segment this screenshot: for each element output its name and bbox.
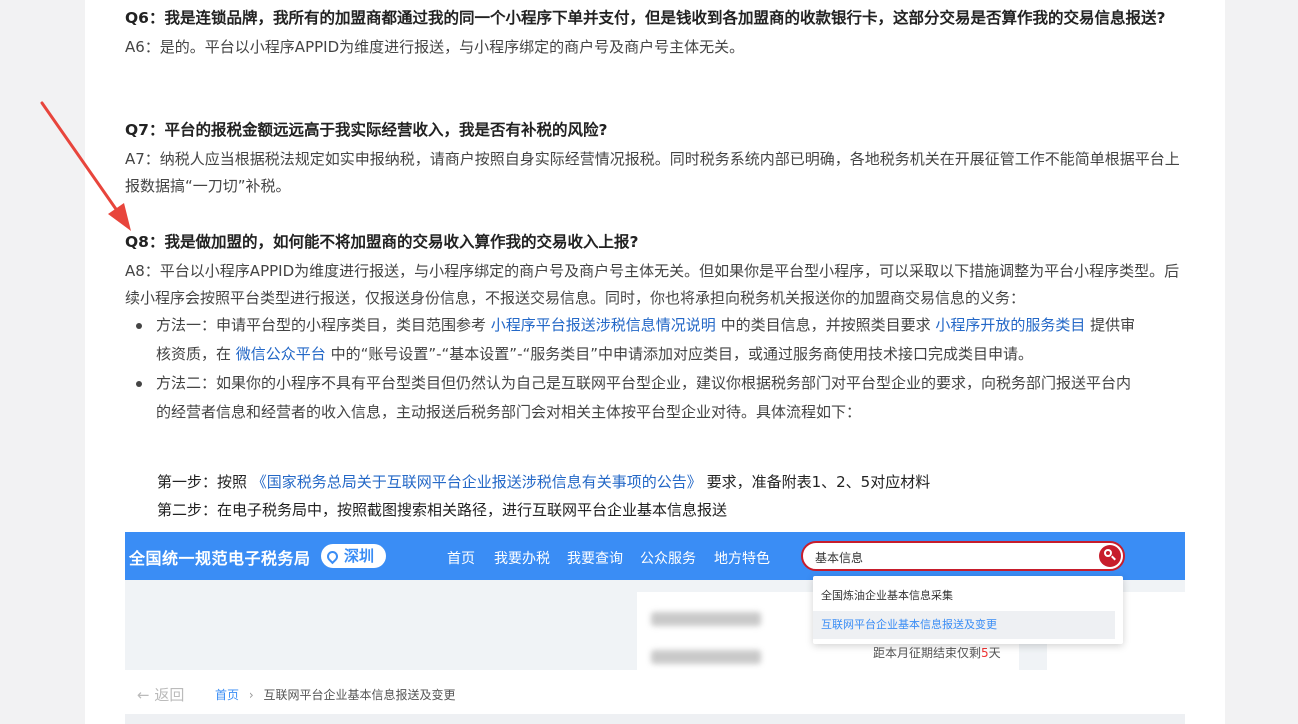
breadcrumb: 首页 › 互联网平台企业基本信息报送及变更 — [215, 686, 456, 703]
link-tax-info-explanation[interactable]: 小程序平台报送涉税信息情况说明 — [491, 316, 716, 334]
search-suggestions: 全国炼油企业基本信息采集 互联网平台企业基本信息报送及变更 — [813, 576, 1123, 644]
etax-search-input[interactable]: 基本信息 — [801, 541, 1125, 571]
breadcrumb-current: 互联网平台企业基本信息报送及变更 — [263, 688, 456, 702]
q8-answer: A8：平台以小程序APPID为维度进行报送，与小程序绑定的商户号及商户号主体无关… — [125, 262, 1180, 307]
faq-q8: Q8：我是做加盟的，如何能不将加盟商的交易收入算作我的交易收入上报? A8：平台… — [125, 229, 1187, 312]
q7-question: Q7：平台的报税金额远远高于我实际经营收入，我是否有补税的风险? — [125, 121, 608, 139]
faq-q6: Q6：我是连锁品牌，我所有的加盟商都通过我的同一个小程序下单并支付，但是钱收到各… — [125, 5, 1187, 61]
q6-question: Q6：我是连锁品牌，我所有的加盟商都通过我的同一个小程序下单并支付，但是钱收到各… — [125, 9, 1166, 27]
q8-question: Q8：我是做加盟的，如何能不将加盟商的交易收入算作我的交易收入上报? — [125, 233, 639, 251]
method-two: 方法二：如果你的小程序不具有平台型类目但仍然认为自己是互联网平台型企业，建议你根… — [136, 369, 1136, 427]
q7-answer: A7：纳税人应当根据税法规定如实申报纳税，请商户按照自身实际经营情况报税。同时税… — [125, 150, 1180, 195]
chevron-right-icon: › — [248, 688, 254, 702]
nav-public-service[interactable]: 公众服务 — [640, 548, 696, 568]
nav-home[interactable]: 首页 — [447, 548, 475, 568]
method-one: 方法一：申请平台型的小程序类目，类目范围参考 小程序平台报送涉税信息情况说明 中… — [136, 311, 1136, 369]
bullet-icon — [136, 381, 142, 387]
breadcrumb-home[interactable]: 首页 — [215, 688, 239, 702]
etax-brand: 全国统一规范电子税务局 — [129, 549, 311, 568]
suggestion-item-selected[interactable]: 互联网平台企业基本信息报送及变更 — [813, 611, 1115, 639]
article-page: Q6：我是连锁品牌，我所有的加盟商都通过我的同一个小程序下单并支付，但是钱收到各… — [85, 0, 1225, 724]
divider — [125, 714, 1185, 724]
link-wechat-platform[interactable]: 微信公众平台 — [236, 345, 326, 363]
etax-screenshot: 全国统一规范电子税务局 深圳 首页 我要办税 我要查询 公众服务 地方特色 基本… — [125, 532, 1185, 724]
back-button[interactable]: ← 返回 — [137, 684, 184, 705]
nav-local-features[interactable]: 地方特色 — [714, 548, 770, 568]
link-service-categories[interactable]: 小程序开放的服务类目 — [935, 316, 1085, 334]
deadline-notice: 距本月征期结束仅剩5天 — [873, 646, 1001, 660]
q6-answer: A6：是的。平台以小程序APPID为维度进行报送，与小程序绑定的商户号及商户号主… — [125, 38, 745, 56]
nav-tax-handling[interactable]: 我要办税 — [494, 548, 550, 568]
step-one: 第一步：按照 《国家税务总局关于互联网平台企业报送涉税信息有关事项的公告》 要求… — [157, 473, 931, 491]
nav-query[interactable]: 我要查询 — [567, 548, 623, 568]
search-icon[interactable] — [1099, 545, 1121, 567]
faq-q7: Q7：平台的报税金额远远高于我实际经营收入，我是否有补税的风险? A7：纳税人应… — [125, 117, 1187, 200]
city-selector[interactable]: 深圳 — [321, 544, 387, 568]
step-two: 第二步：在电子税务局中，按照截图搜索相关路径，进行互联网平台企业基本信息报送 — [157, 501, 728, 519]
bullet-icon — [136, 323, 142, 329]
methods-list: 方法一：申请平台型的小程序类目，类目范围参考 小程序平台报送涉税信息情况说明 中… — [125, 311, 1136, 427]
location-pin-icon — [324, 548, 341, 565]
link-tax-announcement[interactable]: 《国家税务总局关于互联网平台企业报送涉税信息有关事项的公告》 — [252, 473, 702, 491]
suggestion-item[interactable]: 全国炼油企业基本信息采集 — [813, 582, 1123, 610]
